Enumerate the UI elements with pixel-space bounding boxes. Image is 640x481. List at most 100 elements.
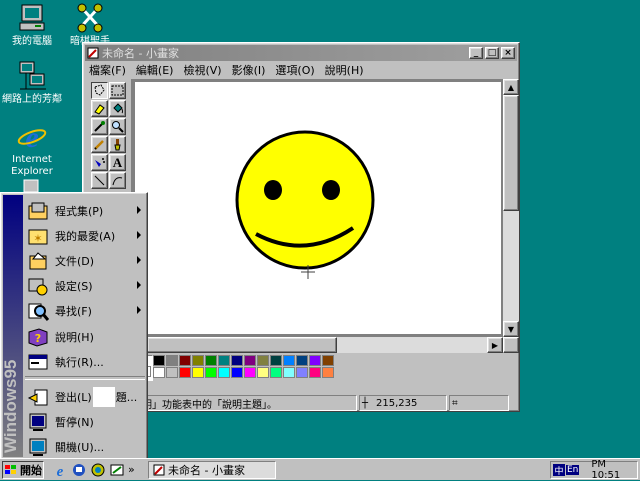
quick-desktop-icon[interactable] (109, 462, 125, 478)
palette-swatch[interactable] (257, 355, 269, 366)
menu-edit[interactable]: 編輯(E) (136, 62, 174, 78)
start-menu-item-documents[interactable]: 文件(D) (23, 248, 147, 273)
window-title: 未命名 - 小畫家 (102, 47, 179, 60)
curve-tool[interactable] (109, 172, 126, 189)
line-tool[interactable] (91, 172, 108, 189)
scroll-up-button[interactable]: ▲ (503, 79, 519, 95)
palette-swatch[interactable] (179, 355, 191, 366)
smiley-face-circle (235, 130, 375, 270)
palette-swatch[interactable] (257, 367, 269, 378)
start-menu-item-run[interactable]: 執行(R)... (23, 349, 147, 374)
start-menu-item-settings[interactable]: 設定(S) (23, 273, 147, 298)
palette-swatch[interactable] (192, 355, 204, 366)
palette-swatch[interactable] (218, 367, 230, 378)
palette-swatch[interactable] (270, 355, 282, 366)
start-menu-banner: Windows95 (1, 195, 23, 457)
palette-swatch[interactable] (322, 367, 334, 378)
magnifier-tool[interactable] (109, 118, 126, 135)
start-menu-item-label: 程式集(P) (55, 204, 104, 218)
menu-file[interactable]: 檔案(F) (89, 62, 126, 78)
help-icon: ? (27, 326, 49, 348)
drawing-canvas[interactable] (135, 82, 501, 334)
palette-swatch[interactable] (283, 367, 295, 378)
desktop-icon-partial (22, 178, 42, 193)
start-menu-item-favorites[interactable]: ✶ 我的最愛(A) (23, 223, 147, 248)
free-select-tool[interactable] (91, 82, 108, 99)
fill-tool[interactable] (109, 100, 126, 117)
start-menu-item-find[interactable]: 尋找(F) (23, 298, 147, 323)
color-picker-tool[interactable] (91, 118, 108, 135)
smiley-drawing (235, 130, 375, 279)
start-menu-item-logoff[interactable]: 登出(L) 題... (23, 384, 147, 409)
scroll-down-button[interactable]: ▼ (503, 321, 519, 337)
quick-ie-icon[interactable]: e (52, 462, 68, 480)
start-menu-item-label-tail: 題... (115, 390, 138, 404)
horizontal-scrollbar[interactable]: ◀ ▶ (131, 337, 503, 353)
submenu-arrow-icon (137, 256, 141, 264)
start-menu-item-help[interactable]: ? 說明(H) (23, 324, 147, 349)
run-icon (27, 351, 49, 373)
palette-swatch[interactable] (296, 367, 308, 378)
palette-swatch[interactable] (270, 367, 282, 378)
start-menu-item-shutdown[interactable]: 關機(U)... (23, 434, 147, 459)
palette-swatch[interactable] (166, 355, 178, 366)
palette-swatch[interactable] (231, 355, 243, 366)
taskbar: 開始 e » 未命名 - 小畫家 中 En PM 10:51 (0, 458, 640, 481)
selection-size-icon: ⌗ (452, 397, 458, 409)
start-menu-separator (25, 376, 145, 380)
quick-outlook-icon[interactable] (71, 462, 87, 478)
pencil-tool[interactable] (91, 136, 108, 153)
palette-swatch[interactable] (296, 355, 308, 366)
maximize-button[interactable]: □ (485, 47, 499, 59)
selection-size: ⌗ (449, 395, 509, 411)
submenu-arrow-icon (137, 306, 141, 314)
find-icon (27, 300, 50, 322)
palette-swatch[interactable] (153, 355, 165, 366)
palette-swatch[interactable] (192, 367, 204, 378)
palette-swatch[interactable] (231, 367, 243, 378)
quick-launch-more[interactable]: » (128, 462, 135, 478)
palette-swatch[interactable] (283, 355, 295, 366)
palette-swatch[interactable] (205, 367, 217, 378)
internet-explorer-icon: e (16, 120, 48, 152)
brush-tool[interactable] (109, 136, 126, 153)
scroll-right-button[interactable]: ▶ (487, 337, 503, 353)
rect-select-tool[interactable] (109, 82, 126, 99)
horizontal-scroll-thumb[interactable] (147, 337, 337, 353)
palette-swatch[interactable] (244, 355, 256, 366)
quick-channels-icon[interactable] (90, 462, 106, 478)
palette-swatch[interactable] (153, 367, 165, 378)
taskbar-paint-button[interactable]: 未命名 - 小畫家 (148, 461, 276, 479)
eraser-tool[interactable] (91, 100, 108, 117)
palette-swatch[interactable] (218, 355, 230, 366)
minimize-button[interactable]: _ (469, 47, 483, 59)
palette-swatch[interactable] (205, 355, 217, 366)
menu-options[interactable]: 選項(O) (275, 62, 314, 78)
menu-help[interactable]: 說明(H) (325, 62, 364, 78)
start-menu-item-programs[interactable]: 程式集(P) (23, 198, 147, 223)
menu-image[interactable]: 影像(I) (232, 62, 266, 78)
start-menu-item-label: 設定(S) (55, 279, 93, 293)
text-tool[interactable]: A (109, 154, 126, 171)
vertical-scroll-thumb[interactable] (503, 95, 519, 211)
programs-icon (27, 200, 49, 222)
submenu-arrow-icon (137, 281, 141, 289)
palette-swatch[interactable] (166, 367, 178, 378)
palette-swatch[interactable] (309, 367, 321, 378)
menu-view[interactable]: 檢視(V) (183, 62, 221, 78)
palette-swatch[interactable] (309, 355, 321, 366)
ime-indicator-icon[interactable]: 中 (553, 464, 565, 477)
palette-swatch[interactable] (179, 367, 191, 378)
close-button[interactable]: × (501, 47, 515, 59)
language-indicator[interactable]: En (566, 465, 580, 475)
vertical-scrollbar[interactable]: ▲ ▼ (503, 79, 519, 337)
start-menu-item-suspend[interactable]: 暫停(N) (23, 409, 147, 434)
palette-swatch[interactable] (244, 367, 256, 378)
start-button[interactable]: 開始 (2, 461, 44, 479)
palette-swatch[interactable] (322, 355, 334, 366)
svg-text:✶: ✶ (33, 232, 42, 245)
airbrush-tool[interactable] (91, 154, 108, 171)
title-bar[interactable]: 未命名 - 小畫家 _ □ × (85, 45, 517, 61)
cursor-coordinates: ┼ 215,235 (359, 395, 447, 411)
network-neighborhood-icon (16, 60, 48, 92)
